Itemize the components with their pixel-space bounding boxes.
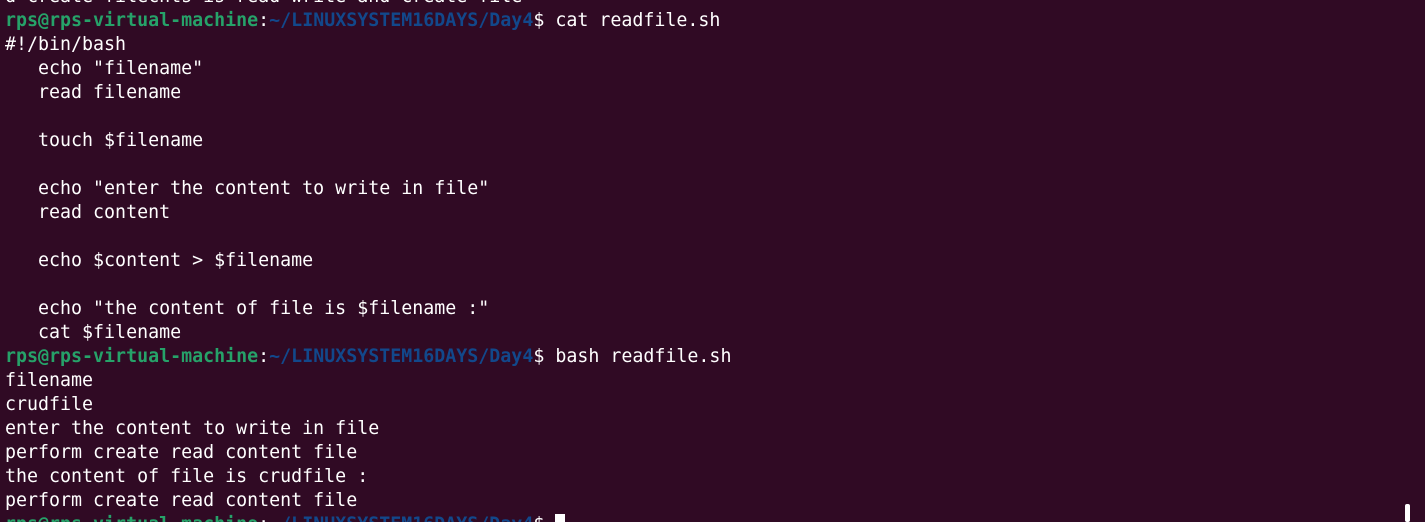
terminal-output: d create filecnts is read write and crea… — [5, 0, 731, 522]
prompt-line: rps@rps-virtual-machine:~/LINUXSYSTEM16D… — [5, 345, 731, 369]
output-line: cat $filename — [5, 322, 182, 343]
output-line: crudfile — [5, 394, 94, 415]
output-line: echo "enter the content to write in file… — [5, 178, 490, 199]
prompt-path: ~/LINUXSYSTEM16DAYS/Day4 — [269, 10, 534, 31]
prompt-user-host: rps@rps-virtual-machine — [5, 514, 258, 522]
output-line: touch $filename — [5, 130, 204, 151]
output-line: echo "filename" — [5, 58, 204, 79]
prompt-separator: : — [258, 346, 270, 367]
prompt-symbol: $ — [533, 10, 545, 31]
prompt-path: ~/LINUXSYSTEM16DAYS/Day4 — [269, 514, 533, 522]
output-line: #!/bin/bash — [5, 34, 127, 55]
prompt-separator: : — [258, 514, 269, 522]
output-line: echo $content > $filename — [5, 250, 314, 271]
output-line: read content — [5, 202, 171, 223]
prompt-symbol: $ — [533, 514, 544, 522]
output-line: perform create read content file — [5, 442, 358, 463]
output-line: filename — [5, 370, 94, 391]
output-line: read filename — [5, 82, 182, 103]
prompt-user-host: rps@rps-virtual-machine — [5, 10, 259, 31]
prompt-symbol: $ — [533, 346, 545, 367]
output-line: d create filecnts is read write and crea… — [5, 0, 731, 9]
prompt-separator: : — [258, 10, 270, 31]
text-cursor — [555, 514, 566, 522]
prompt-line: rps@rps-virtual-machine:~/LINUXSYSTEM16D… — [5, 9, 731, 33]
prompt-path: ~/LINUXSYSTEM16DAYS/Day4 — [269, 346, 534, 367]
prompt-user-host: rps@rps-virtual-machine — [5, 346, 259, 367]
command-text: cat readfile.sh — [544, 10, 721, 31]
command-text: bash readfile.sh — [544, 346, 732, 367]
terminal-window[interactable]: d create filecnts is read write and crea… — [0, 0, 1425, 522]
output-line: enter the content to write in file — [5, 418, 380, 439]
prompt-line: rps@rps-virtual-machine:~/LINUXSYSTEM16D… — [5, 513, 731, 522]
output-line: perform create read content file — [5, 490, 358, 511]
output-line: the content of file is crudfile : — [5, 466, 369, 487]
scrollbar-thumb[interactable] — [1405, 504, 1410, 522]
output-line: echo "the content of file is $filename :… — [5, 298, 490, 319]
